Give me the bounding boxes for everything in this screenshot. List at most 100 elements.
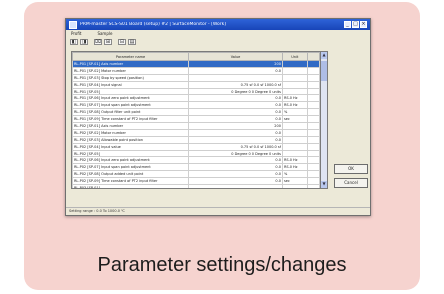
column-header-value[interactable]: Value [188, 52, 283, 61]
table-row[interactable]: RL-P01 [SP-07] Input span point adjustme… [72, 101, 320, 110]
blank-cell [306, 170, 320, 179]
value-cell[interactable]: 0.0 [188, 94, 283, 103]
table-row[interactable]: RL-P02 [SP-09] Time constant of PT2 inpu… [72, 177, 320, 186]
table-row[interactable]: RL-P01 [SP-02] Motor number 0.0 [72, 66, 320, 75]
window-controls: _ □ × [344, 21, 367, 28]
scroll-up-icon[interactable]: ▲ [321, 52, 327, 59]
parameter-name-cell: RL-P01 [SP-06] Input zero point adjustme… [72, 94, 190, 103]
application-window: PRM-master SCS-S01 Board (setup) #2 | Su… [65, 18, 371, 216]
blank-cell [306, 115, 320, 124]
table-row[interactable]: RL-P01 [SP-08] Output filter unit point 0… [72, 108, 320, 117]
minimize-icon[interactable]: _ [344, 21, 351, 28]
parameter-name-cell: RL-P02 [SP-04] Input value [72, 142, 190, 151]
ok-button[interactable]: OK [334, 164, 368, 174]
toolbar-button-6-icon[interactable]: ▤ [128, 38, 136, 45]
vertical-scrollbar[interactable]: ▲ ▼ [321, 51, 328, 189]
close-icon[interactable]: × [360, 21, 367, 28]
toolbar-button-3-icon[interactable]: ⌧ [94, 38, 102, 45]
parameter-name-cell: RL-P02 [SP-05] [72, 149, 190, 158]
parameter-table: Parameter name Value Unit RL-P01 [SP-01]… [71, 51, 321, 189]
parameter-name-cell: RL-P01 [SP-07] Input span point adjustme… [72, 101, 190, 110]
table-row[interactable]: RL-P02 [SP-07] Input span point adjustme… [72, 163, 320, 172]
value-cell[interactable]: 0.0 [188, 156, 283, 165]
value-cell[interactable]: 0.0 [188, 115, 283, 124]
table-row[interactable]: RL-P02 [SP-08] Output added unit point 0.… [72, 170, 320, 179]
maximize-icon[interactable]: □ [352, 21, 359, 28]
value-cell[interactable]: 0.75 sf 0.0 sf 1000.0 sf [188, 80, 283, 89]
value-cell[interactable]: 0.0 [188, 108, 283, 117]
unit-cell: RS.0 Hz [281, 163, 308, 172]
value-cell[interactable]: 0.0 [188, 177, 283, 186]
toolbar-button-4-icon[interactable]: ⊞ [104, 38, 112, 45]
blank-cell [306, 60, 320, 68]
parameter-name-cell: RL-P02 [SP-09] Time constant of PT2 inpu… [72, 177, 190, 186]
parameter-name-cell: RL-P01 [SP-08] Output filter unit point [72, 108, 190, 117]
toolbar-button-2-icon[interactable]: ◨ [80, 38, 88, 45]
value-cell[interactable]: 0 Degree 0 0 Degree 0 units [188, 87, 283, 96]
unit-cell [281, 122, 308, 130]
value-cell[interactable] [188, 73, 283, 82]
unit-cell: RS.0 Hz [281, 101, 308, 110]
menu-item-sample[interactable]: Sample [97, 30, 112, 37]
table-row[interactable]: RL-P01 [SP-04] Input signal 0.75 sf 0.0 s… [72, 80, 320, 89]
parameter-name-cell: RL-P02 [SP-03] Allowable point position [72, 135, 190, 144]
table-row[interactable]: RL-P02 [SP-03] Allowable point position 0… [72, 135, 320, 144]
unit-cell [281, 80, 308, 89]
parameter-name-cell: RL-P02 [SP-02] Motor number [72, 128, 190, 137]
blank-cell [306, 101, 320, 110]
column-header-unit[interactable]: Unit [281, 52, 308, 61]
value-cell[interactable]: 0.0 [188, 101, 283, 110]
scroll-thumb[interactable] [321, 61, 327, 81]
blank-cell [306, 177, 320, 186]
unit-cell [281, 60, 308, 68]
cancel-button[interactable]: Cancel [334, 178, 368, 188]
scroll-down-icon[interactable]: ▼ [321, 181, 327, 188]
value-cell[interactable] [188, 184, 283, 188]
table-row[interactable]: RL-P01 [SP-06] Input zero point adjustme… [72, 94, 320, 103]
table-row[interactable]: RL-P01 [SP-05] 0 Degree 0 0 Degree 0 unit… [72, 87, 320, 96]
unit-cell [281, 135, 308, 144]
table-row[interactable]: RL-P01 [SP-03] Stop by speed (position) [72, 73, 320, 82]
unit-cell: RS.0 Hz [281, 94, 308, 103]
blank-cell [306, 66, 320, 75]
table-row[interactable]: RL-P02 [SP-01] Axis number 200 [72, 122, 320, 130]
status-bar: Setting range : 0.0 To 1000.0 ℃ [66, 207, 370, 215]
table-row[interactable]: RL-P01 [SP-01] Axis number 200 [72, 60, 320, 68]
blank-cell [306, 142, 320, 151]
toolbar-button-5-icon[interactable]: ⊟ [118, 38, 126, 45]
parameter-name-cell: RL-P02 [SP-06] Input zero point adjustme… [72, 156, 190, 165]
table-row[interactable]: RL-P02 [SP-04] Input value 0.75 sf 0.0 sf… [72, 142, 320, 151]
unit-cell: RS.0 Hz [281, 156, 308, 165]
value-cell[interactable]: 0.75 sf 0.0 sf 1000.0 sf [188, 142, 283, 151]
parameter-name-cell: RL-P01 [SP-09] Time constant of PT2 inpu… [72, 115, 190, 124]
unit-cell: % [281, 108, 308, 117]
unit-cell: sec [281, 177, 308, 186]
menu-item-profit[interactable]: Profit [71, 30, 81, 37]
value-cell[interactable]: 0.0 [188, 163, 283, 172]
value-cell[interactable]: 0.0 [188, 135, 283, 144]
parameter-name-cell: RL-P02 [SP-01] Axis number [72, 122, 190, 130]
blank-cell [306, 163, 320, 172]
table-row[interactable]: RL-P01 [SP-09] Time constant of PT2 inpu… [72, 115, 320, 124]
caption: Parameter settings/changes [97, 254, 347, 276]
column-header-parameter-name[interactable]: Parameter name [72, 52, 190, 61]
table-row[interactable]: RL-P02 [SP-06] Input zero point adjustme… [72, 156, 320, 165]
table-row[interactable]: RL-P02 [SP-05] 0 Degree 0 0 Degree 0 unit… [72, 149, 320, 158]
parameter-name-cell: RL-P01 [SP-02] Motor number [72, 66, 190, 75]
value-cell[interactable]: 200 [188, 60, 283, 68]
unit-cell [281, 128, 308, 137]
value-cell[interactable]: 0.0 [188, 128, 283, 137]
value-cell[interactable]: 0.0 [188, 66, 283, 75]
value-cell[interactable]: 200 [188, 122, 283, 130]
table-row[interactable]: RL-P02 [SP-02] Motor number 0.0 [72, 128, 320, 137]
toolbar: ◧ ◨ ⌧ ⊞ ⊟ ▤ [66, 37, 370, 46]
unit-cell [281, 142, 308, 151]
table-row[interactable]: RL-P03 [SP-01] [72, 184, 320, 188]
unit-cell [281, 184, 308, 188]
unit-cell: sec [281, 115, 308, 124]
toolbar-button-1-icon[interactable]: ◧ [70, 38, 78, 45]
value-cell[interactable]: 0 Degree 0 0 Degree 0 units [188, 149, 283, 158]
window-title: PRM-master SCS-S01 Board (setup) #2 | Su… [80, 22, 226, 27]
blank-cell [306, 184, 320, 188]
value-cell[interactable]: 0.0 [188, 170, 283, 179]
